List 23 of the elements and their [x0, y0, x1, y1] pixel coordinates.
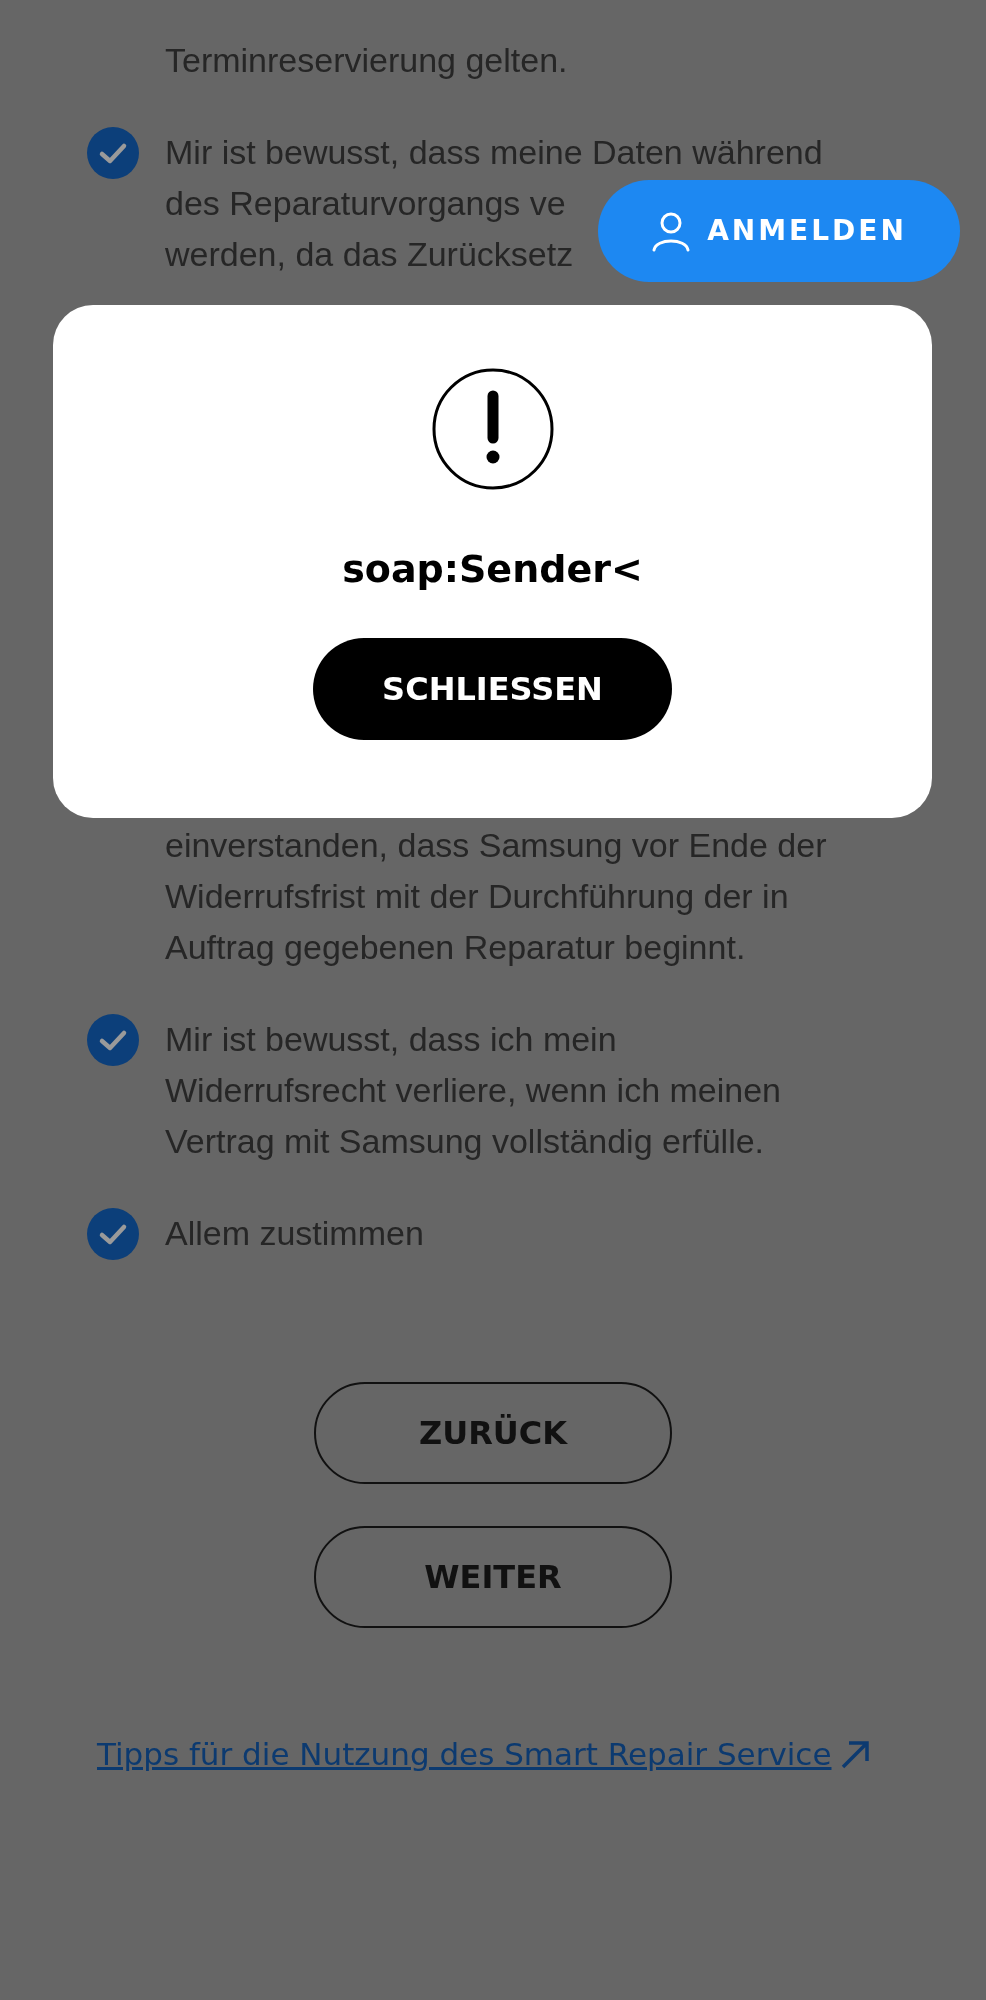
- close-button[interactable]: SCHLIESSEN: [313, 638, 672, 740]
- consent-text-line: Widerrufsrecht verliere, wenn ich meinen: [165, 1070, 782, 1111]
- consent-text-line: werden, da das Zurücksetz: [165, 234, 574, 275]
- consent-text-line: Widerrufsfrist mit der Durchführung der in: [165, 876, 789, 917]
- consent-text-line: Auftrag gegebenen Reparatur beginnt.: [165, 927, 746, 968]
- dialog-message: soap:Sender<: [342, 546, 643, 593]
- consent-text-line: einverstanden, dass Samsung vor Ende der: [165, 825, 827, 866]
- exclamation-icon: [431, 368, 554, 490]
- consent-text-line: Mir ist bewusst, dass ich mein: [165, 1019, 617, 1060]
- consent-text-line: Allem zustimmen: [165, 1213, 424, 1254]
- consent-text-line: Terminreservierung gelten.: [165, 40, 568, 81]
- checkbox-icon[interactable]: [87, 1208, 139, 1260]
- external-link-icon: [839, 1738, 872, 1771]
- nav-button[interactable]: WEITER: [314, 1526, 672, 1628]
- consent-text-line: Mir ist bewusst, dass meine Daten während: [165, 132, 823, 173]
- checkbox-icon[interactable]: [87, 127, 139, 179]
- consent-text-line: Vertrag mit Samsung vollständig erfülle.: [165, 1121, 765, 1162]
- person-icon: [651, 210, 692, 252]
- login-button[interactable]: ANMELDEN: [598, 180, 960, 282]
- consent-text-line: des Reparaturvorgangs ve: [165, 183, 566, 224]
- help-link[interactable]: Tipps für die Nutzung des Smart Repair Service: [97, 1729, 832, 1780]
- nav-button[interactable]: ZURÜCK: [314, 1382, 672, 1484]
- checkbox-icon[interactable]: [87, 1014, 139, 1066]
